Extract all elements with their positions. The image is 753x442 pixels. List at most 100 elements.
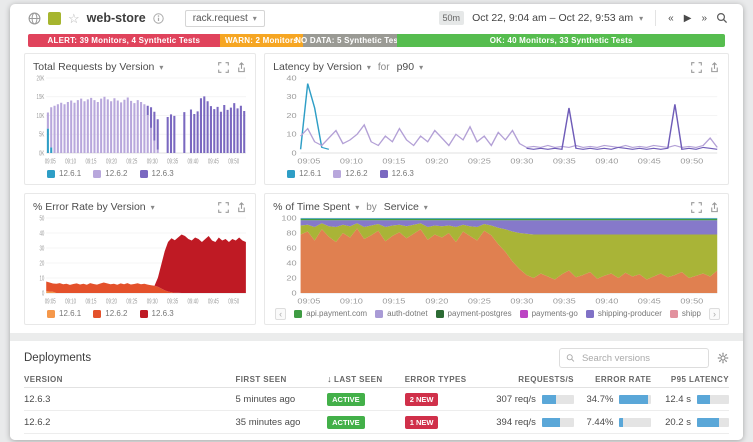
export-icon[interactable] (236, 202, 247, 213)
column-header[interactable]: REQUESTS/S (489, 375, 574, 384)
group-by-dropdown[interactable]: Service ▾ (384, 201, 428, 213)
column-header[interactable]: VERSION (24, 375, 236, 384)
bar-segment (203, 96, 205, 153)
y-axis-tick: 0 (292, 149, 298, 157)
chart-title-dropdown[interactable]: % Error Rate by Version ▾ (33, 201, 155, 213)
x-axis-tick: 09:15 (383, 298, 406, 306)
bar-segment (240, 106, 242, 153)
status-segment-2[interactable]: NO DATA: 5 Synthetic Tests (303, 34, 397, 47)
deployments-table-body: 12.6.35 minutes agoACTIVE2 NEW307 req/s3… (24, 388, 729, 434)
latency-chart[interactable]: 01020304009:0509:1009:1509:2009:2509:300… (273, 75, 720, 167)
x-axis-tick: 09:05 (298, 158, 321, 166)
bar-segment (193, 114, 195, 153)
status-segment-3[interactable]: OK: 40 Monitors, 33 Synthetic Tests (397, 34, 725, 47)
legend-prev-button[interactable]: ‹ (275, 308, 286, 320)
column-header[interactable]: FIRST SEEN (236, 375, 328, 384)
column-header[interactable]: ERROR TYPES (405, 375, 490, 384)
chevron-down-icon: ▾ (639, 14, 643, 23)
bar-segment (237, 108, 239, 153)
error-types-cell: 2 NEW (405, 393, 490, 406)
bar-segment (73, 103, 75, 153)
legend-item[interactable]: 12.6.3 (140, 309, 174, 318)
legend-item[interactable]: auth-dotnet (375, 309, 427, 318)
table-row[interactable]: 12.6.35 minutes agoACTIVE2 NEW307 req/s3… (24, 388, 729, 411)
y-axis-tick: 80 (287, 229, 298, 237)
sort-desc-icon: ↓ (327, 374, 332, 384)
legend-item[interactable]: 12.6.2 (93, 309, 127, 318)
area-series (301, 219, 718, 221)
bar-segment (80, 99, 82, 153)
y-axis-tick: 0 (292, 289, 298, 297)
chart-title-dropdown[interactable]: Total Requests by Version ▾ (33, 61, 163, 73)
legend-item[interactable]: payments-go (520, 309, 578, 318)
legend-item[interactable]: payment-postgres (436, 309, 512, 318)
column-header[interactable]: P95 LATENCY (651, 375, 729, 384)
legend-label: payment-postgres (448, 309, 512, 318)
legend-label: shipping-producer (598, 309, 662, 318)
legend-label: payments-go (532, 309, 578, 318)
column-header[interactable]: ↓LAST SEEN (327, 374, 405, 384)
error-rate-chart[interactable]: 0102030405009:0509:1009:1509:2009:2509:3… (33, 215, 247, 307)
chart-title-dropdown[interactable]: Latency by Version ▾ (273, 61, 371, 73)
bar-segment (153, 112, 155, 141)
legend-next-button[interactable]: › (709, 308, 720, 320)
time-range-selector[interactable]: Oct 22, 9:04 am – Oct 22, 9:53 am ▾ (472, 12, 643, 24)
search-versions-box[interactable] (559, 348, 709, 368)
chart-title-dropdown[interactable]: % of Time Spent ▾ (273, 201, 359, 213)
active-badge: ACTIVE (327, 393, 365, 406)
bar-segment (217, 107, 219, 153)
legend-item[interactable]: 12.6.3 (140, 169, 174, 178)
favorite-star-icon[interactable]: ☆ (68, 12, 80, 25)
legend-item[interactable]: shipp (670, 309, 701, 318)
percentile-dropdown[interactable]: p90 ▾ (397, 61, 424, 73)
bar-segment (243, 111, 245, 153)
skip-forward-button[interactable]: » (697, 11, 711, 26)
expand-icon[interactable] (691, 62, 702, 73)
zoom-search-button[interactable] (713, 10, 731, 26)
legend-item[interactable]: 12.6.1 (47, 169, 81, 178)
legend-item[interactable]: 12.6.1 (287, 169, 321, 178)
legend-item[interactable]: 12.6.2 (333, 169, 367, 178)
export-icon[interactable] (709, 62, 720, 73)
skip-back-button[interactable]: « (664, 11, 678, 26)
bar-segment (113, 98, 115, 153)
legend-item[interactable]: api.payment.com (294, 309, 367, 318)
error-rate: 34.7% (574, 394, 652, 405)
legend-item[interactable]: 12.6.2 (93, 169, 127, 178)
chart-title: Latency by Version (273, 61, 362, 73)
status-segment-1[interactable]: WARN: 2 Monitors (220, 34, 304, 47)
bar-segment (170, 114, 172, 153)
x-axis-tick: 09:30 (147, 159, 159, 166)
new-errors-badge[interactable]: 2 NEW (405, 393, 439, 406)
page-title: web-store (87, 11, 146, 25)
bar-segment (197, 111, 199, 153)
legend-item[interactable]: 12.6.1 (47, 309, 81, 318)
last-seen-cell: ACTIVE (327, 416, 405, 429)
info-icon[interactable] (153, 13, 164, 24)
settings-gear-button[interactable] (717, 352, 729, 364)
y-axis-tick: 30 (287, 93, 298, 101)
table-row[interactable]: 12.6.235 minutes agoACTIVE1 NEW394 req/s… (24, 411, 729, 434)
legend-swatch (333, 170, 341, 178)
search-versions-input[interactable] (580, 352, 702, 365)
legend-item[interactable]: shipping-producer (586, 309, 662, 318)
y-axis-tick: 10 (287, 131, 298, 139)
expand-icon[interactable] (691, 202, 702, 213)
expand-icon[interactable] (218, 202, 229, 213)
legend-item[interactable]: 12.6.3 (380, 169, 414, 178)
legend-label: 12.6.3 (152, 169, 174, 178)
metric-selector-dropdown[interactable]: rack.request ▾ (185, 10, 265, 27)
play-button[interactable]: ▶ (680, 11, 696, 26)
time-spent-chart[interactable]: 02040608010009:0509:1009:1509:2009:2509:… (273, 215, 720, 307)
legend-label: 12.6.3 (152, 309, 174, 318)
column-header[interactable]: ERROR RATE (574, 375, 652, 384)
status-segment-0[interactable]: ALERT: 39 Monitors, 4 Synthetic Tests (28, 34, 220, 47)
error-rate-legend: 12.6.1 12.6.2 12.6.3 (33, 307, 247, 320)
export-icon[interactable] (236, 62, 247, 73)
export-icon[interactable] (709, 202, 720, 213)
new-errors-badge[interactable]: 1 NEW (405, 416, 439, 429)
total-requests-chart[interactable]: 0K5K10K15K20K09:0509:1009:1509:2009:2509… (33, 75, 247, 167)
requests-per-sec-bar (542, 395, 574, 404)
x-axis-tick: 09:40 (595, 298, 618, 306)
expand-icon[interactable] (218, 62, 229, 73)
